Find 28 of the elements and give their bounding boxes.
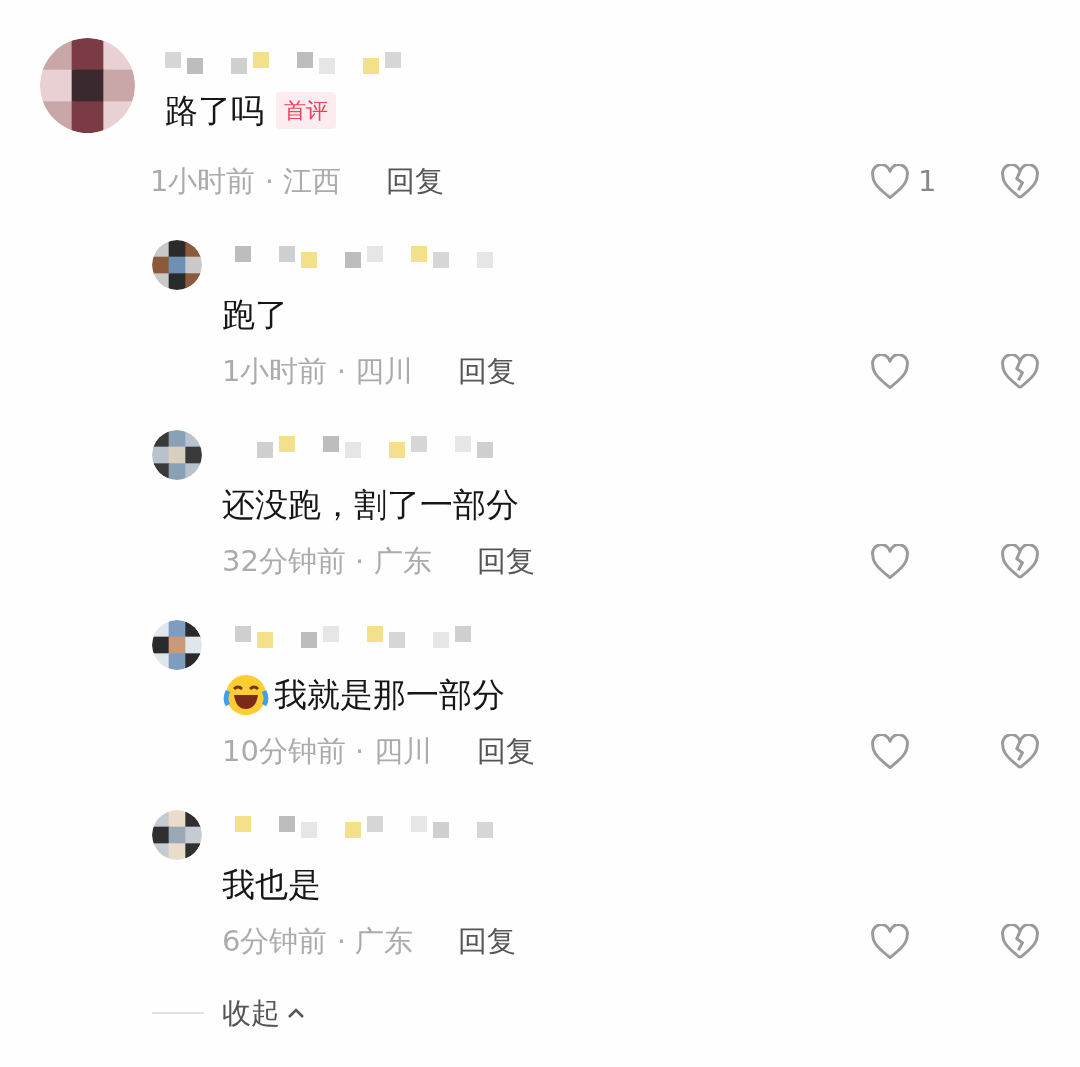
comment-meta: 10分钟前 · 四川 [222,732,432,770]
reply-text: 我就是那一部分 [274,673,505,716]
comment-meta: 32分钟前 · 广东 [222,542,432,580]
comment-meta: 1小时前 · 四川 [222,352,414,390]
reply-button[interactable]: 回复 [476,539,535,584]
heart-icon[interactable] [870,923,910,960]
heart-icon[interactable] [870,353,910,390]
broken-heart-icon[interactable] [1000,543,1040,580]
heart-icon[interactable] [870,163,910,200]
broken-heart-icon[interactable] [1000,923,1040,960]
reply-button[interactable]: 回复 [386,159,445,204]
heart-icon[interactable] [870,733,910,770]
broken-heart-icon[interactable] [1000,163,1040,200]
first-comment-badge: 首评 [276,92,336,130]
broken-heart-icon[interactable] [1000,733,1040,770]
reply-button[interactable]: 回复 [476,729,535,774]
reply-button[interactable]: 回复 [458,349,517,394]
collapse-button[interactable]: 收起 [222,991,306,1035]
broken-heart-icon[interactable] [1000,353,1040,390]
reply-text: 还没跑，割了一部分 [222,483,519,526]
reply-text: 跑了 [222,293,288,336]
comment-text: 路了吗 [165,90,264,132]
like-count: 1 [918,162,938,200]
reply-button[interactable]: 回复 [458,919,517,964]
comment-meta: 6分钟前 · 广东 [222,922,414,960]
reply-text: 我也是 [222,863,321,906]
heart-icon[interactable] [870,543,910,580]
comment-meta: 1小时前 · 江西 [150,162,342,200]
